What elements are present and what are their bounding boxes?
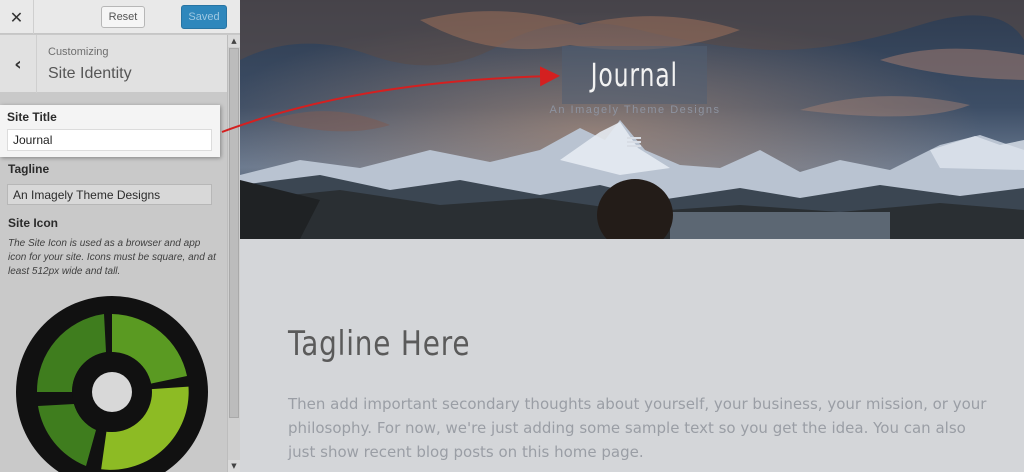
scroll-up-icon[interactable]: ▲ [228,35,240,47]
reset-button[interactable]: Reset [101,6,145,28]
site-icon-label: Site Icon [8,216,59,230]
scrollbar-thumb[interactable] [229,48,239,418]
tagline-heading: Tagline Here [288,324,471,364]
saved-button[interactable]: Saved [181,5,227,29]
site-icon-image[interactable] [16,296,208,472]
section-header: ‹ Customizing Site Identity [0,35,227,93]
hero-header: Journal An Imagely Theme Designs [240,0,1024,239]
customizing-label: Customizing [48,46,109,58]
chevron-left-icon: ‹ [14,53,22,75]
customizer-sidebar: ✕ Reset Saved ‹ Customizing Site Identit… [0,0,240,472]
site-title-box[interactable]: Journal [562,46,707,104]
site-tagline: An Imagely Theme Designs [549,104,721,116]
intro-paragraph: Then add important secondary thoughts ab… [288,395,987,461]
hamburger-menu-icon[interactable] [627,137,641,149]
tagline-label: Tagline [8,162,50,176]
customizer-header: ✕ Reset Saved [0,0,240,34]
close-icon: ✕ [9,7,24,27]
site-title-input[interactable] [7,129,212,151]
scroll-down-icon[interactable]: ▼ [228,460,240,472]
section-title: Site Identity [48,65,132,82]
sidebar-scrollbar[interactable]: ▲ ▼ [227,35,240,472]
site-preview: Journal An Imagely Theme Designs Tagline… [240,0,1024,472]
hero-mountain-image [240,0,1024,239]
back-button[interactable]: ‹ [0,35,37,93]
site-title-control: Site Title [0,105,220,157]
tagline-input[interactable] [7,184,212,205]
site-title[interactable]: Journal [591,56,678,94]
site-title-label: Site Title [7,110,57,124]
site-icon-description: The Site Icon is used as a browser and a… [8,238,216,277]
close-button[interactable]: ✕ [0,0,34,34]
